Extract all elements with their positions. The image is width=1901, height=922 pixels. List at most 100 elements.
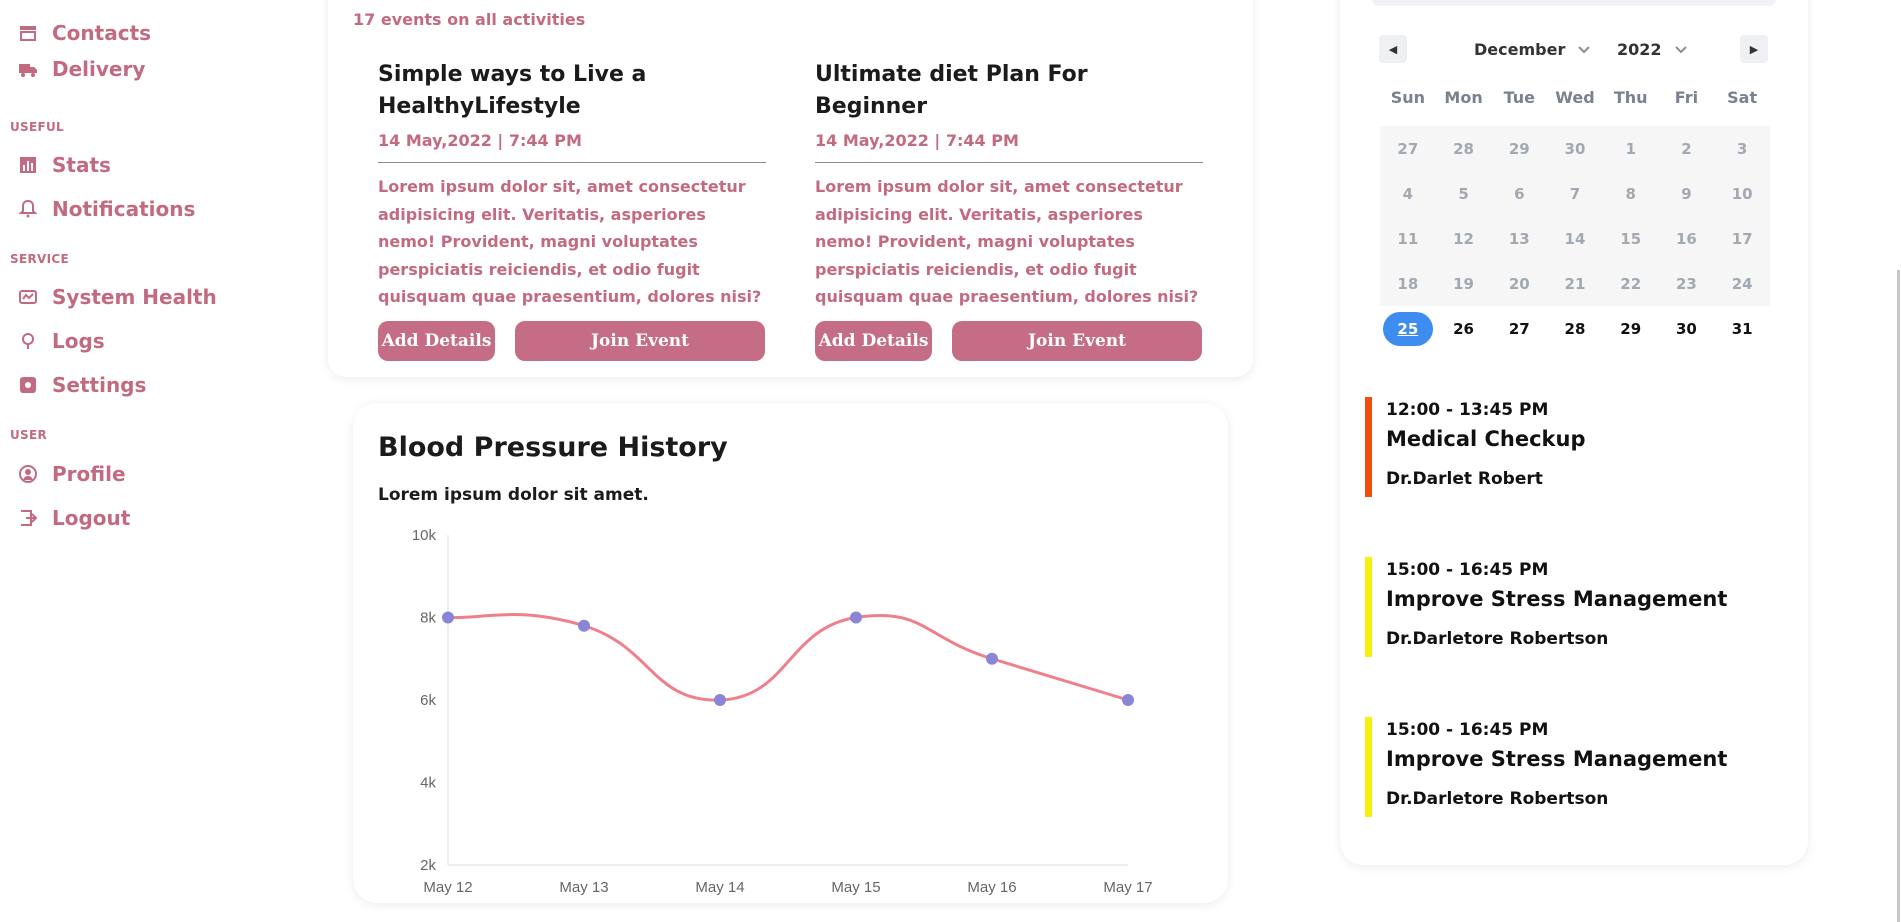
appointment-time: 12:00 - 13:45 PM bbox=[1386, 400, 1549, 420]
year-select[interactable]: 2022 bbox=[1617, 40, 1688, 59]
calendar-week: 25 26 27 28 29 30 31 bbox=[1380, 306, 1770, 351]
calendar-day[interactable]: 2 bbox=[1658, 126, 1715, 171]
section-label-service: SERVICE bbox=[10, 252, 69, 266]
appointment-color-bar bbox=[1365, 717, 1372, 817]
y-tick-label: 8k bbox=[420, 610, 436, 627]
data-point bbox=[1122, 694, 1134, 706]
weekday-header: Sun Mon Tue Wed Thu Fri Sat bbox=[1380, 88, 1770, 114]
calendar-day[interactable]: 17 bbox=[1714, 216, 1770, 261]
chevron-down-icon bbox=[1578, 45, 1591, 53]
chart-title: Blood Pressure History bbox=[378, 432, 728, 463]
sidebar: Contacts Delivery USEFUL Stats Notificat… bbox=[0, 0, 300, 922]
calendar-day[interactable]: 10 bbox=[1714, 171, 1770, 216]
event-card-2: Ultimate diet Plan For Beginner 14 May,2… bbox=[815, 59, 1203, 361]
x-tick-label: May 16 bbox=[967, 879, 1016, 895]
calendar-day[interactable]: 28 bbox=[1547, 306, 1603, 351]
weekday-label: Sat bbox=[1727, 88, 1758, 107]
calendar-day[interactable]: 16 bbox=[1658, 216, 1715, 261]
sidebar-item-label: Notifications bbox=[52, 197, 196, 221]
events-count: 17 events on all activities bbox=[353, 10, 586, 29]
calendar-day[interactable]: 7 bbox=[1547, 171, 1603, 216]
sidebar-item-label: Profile bbox=[52, 462, 126, 486]
prev-month-button[interactable]: ◀ bbox=[1379, 35, 1407, 63]
appointment-title: Improve Stress Management bbox=[1386, 587, 1728, 611]
x-tick-label: May 17 bbox=[1103, 879, 1152, 895]
calendar-day[interactable]: 9 bbox=[1658, 171, 1715, 216]
calendar-day[interactable]: 27 bbox=[1491, 306, 1547, 351]
calendar-day[interactable]: 26 bbox=[1436, 306, 1492, 351]
calendar-day[interactable]: 20 bbox=[1491, 261, 1548, 306]
calendar-day[interactable]: 3 bbox=[1714, 126, 1770, 171]
month-select[interactable]: December bbox=[1474, 40, 1591, 59]
calendar-day[interactable]: 18 bbox=[1380, 261, 1436, 306]
calendar-day[interactable]: 15 bbox=[1602, 216, 1659, 261]
calendar-day[interactable]: 1 bbox=[1602, 126, 1659, 171]
calendar-top-bar bbox=[1372, 0, 1776, 6]
sidebar-item-delivery[interactable]: Delivery bbox=[18, 54, 145, 84]
appointment-color-bar bbox=[1365, 557, 1372, 657]
calendar-day[interactable]: 31 bbox=[1714, 306, 1770, 351]
event-title[interactable]: Simple ways to Live a HealthyLifestyle bbox=[378, 59, 766, 123]
appointment-title: Improve Stress Management bbox=[1386, 747, 1728, 771]
calendar-week: 11 12 13 14 15 16 17 bbox=[1380, 216, 1770, 261]
next-month-button[interactable]: ▶ bbox=[1740, 35, 1768, 63]
calendar-day[interactable]: 13 bbox=[1491, 216, 1548, 261]
calendar-day[interactable]: 27 bbox=[1380, 126, 1436, 171]
add-details-button[interactable]: Add Details bbox=[378, 320, 495, 361]
selected-day-label: 25 bbox=[1382, 311, 1433, 346]
calendar-day[interactable]: 6 bbox=[1491, 171, 1548, 216]
sidebar-item-contacts[interactable]: Contacts bbox=[18, 18, 151, 48]
join-event-button[interactable]: Join Event bbox=[952, 320, 1202, 361]
calendar-day[interactable]: 22 bbox=[1602, 261, 1659, 306]
data-point bbox=[578, 619, 590, 632]
blood-pressure-chart: 2k 4k 6k 8k 10k May 12 May 13 May 14 May 15 May 1… bbox=[412, 527, 1153, 895]
calendar-day[interactable]: 29 bbox=[1603, 306, 1659, 351]
calendar-day[interactable]: 30 bbox=[1547, 126, 1603, 171]
sidebar-item-label: Settings bbox=[52, 373, 147, 397]
sidebar-item-logs[interactable]: Logs bbox=[18, 326, 105, 356]
y-tick-label: 4k bbox=[420, 775, 436, 792]
chart-subtitle: Lorem ipsum dolor sit amet. bbox=[378, 485, 649, 505]
calendar-day[interactable]: 25 bbox=[1380, 306, 1436, 351]
store-icon bbox=[20, 26, 36, 41]
sidebar-item-logout[interactable]: Logout bbox=[18, 503, 130, 533]
event-date: 14 May,2022 | 7:44 PM bbox=[378, 131, 766, 163]
calendar-day[interactable]: 23 bbox=[1658, 261, 1715, 306]
data-point bbox=[986, 652, 998, 665]
sidebar-item-label: Contacts bbox=[52, 21, 152, 45]
calendar-day[interactable]: 19 bbox=[1435, 261, 1492, 306]
calendar-day[interactable]: 29 bbox=[1491, 126, 1548, 171]
calendar-day[interactable]: 11 bbox=[1380, 216, 1436, 261]
calendar-day[interactable]: 8 bbox=[1602, 171, 1659, 216]
sidebar-item-notifications[interactable]: Notifications bbox=[18, 194, 195, 224]
sidebar-item-profile[interactable]: Profile bbox=[18, 459, 126, 489]
event-title[interactable]: Ultimate diet Plan For Beginner bbox=[815, 59, 1203, 123]
data-point bbox=[850, 611, 862, 624]
x-tick-label: May 14 bbox=[695, 879, 744, 895]
weekday-label: Fri bbox=[1674, 88, 1699, 107]
data-point bbox=[714, 694, 726, 706]
appointment-doctor: Dr.Darletore Robertson bbox=[1386, 789, 1609, 809]
appointment-doctor: Dr.Darletore Robertson bbox=[1386, 629, 1609, 649]
series-line bbox=[447, 613, 1129, 702]
sidebar-item-stats[interactable]: Stats bbox=[18, 150, 111, 180]
calendar-day[interactable]: 5 bbox=[1435, 171, 1492, 216]
calendar-day[interactable]: 30 bbox=[1659, 306, 1715, 351]
calendar-day[interactable]: 28 bbox=[1435, 126, 1492, 171]
calendar-day[interactable]: 4 bbox=[1380, 171, 1436, 216]
calendar-days: 27 28 29 30 1 2 3 4 5 6 7 8 9 10 11 12 13 14 15 16 17 18 19 20 2… bbox=[1380, 126, 1770, 351]
calendar-day[interactable]: 12 bbox=[1435, 216, 1492, 261]
caret-right-icon: ▶ bbox=[1749, 42, 1759, 56]
sidebar-item-settings[interactable]: Settings bbox=[18, 370, 146, 400]
calendar-day[interactable]: 24 bbox=[1714, 261, 1770, 306]
sidebar-item-label: Logs bbox=[52, 329, 105, 353]
page-scrollbar[interactable] bbox=[1897, 270, 1900, 922]
add-details-button[interactable]: Add Details bbox=[815, 320, 932, 361]
appointment-time: 15:00 - 16:45 PM bbox=[1386, 560, 1549, 580]
sidebar-item-system-health[interactable]: System Health bbox=[18, 282, 217, 312]
calendar-day[interactable]: 14 bbox=[1547, 216, 1603, 261]
weekday-label: Sun bbox=[1390, 88, 1425, 107]
event-actions: Add Details Join Event bbox=[378, 320, 766, 361]
calendar-day[interactable]: 21 bbox=[1547, 261, 1603, 306]
join-event-button[interactable]: Join Event bbox=[515, 320, 765, 361]
